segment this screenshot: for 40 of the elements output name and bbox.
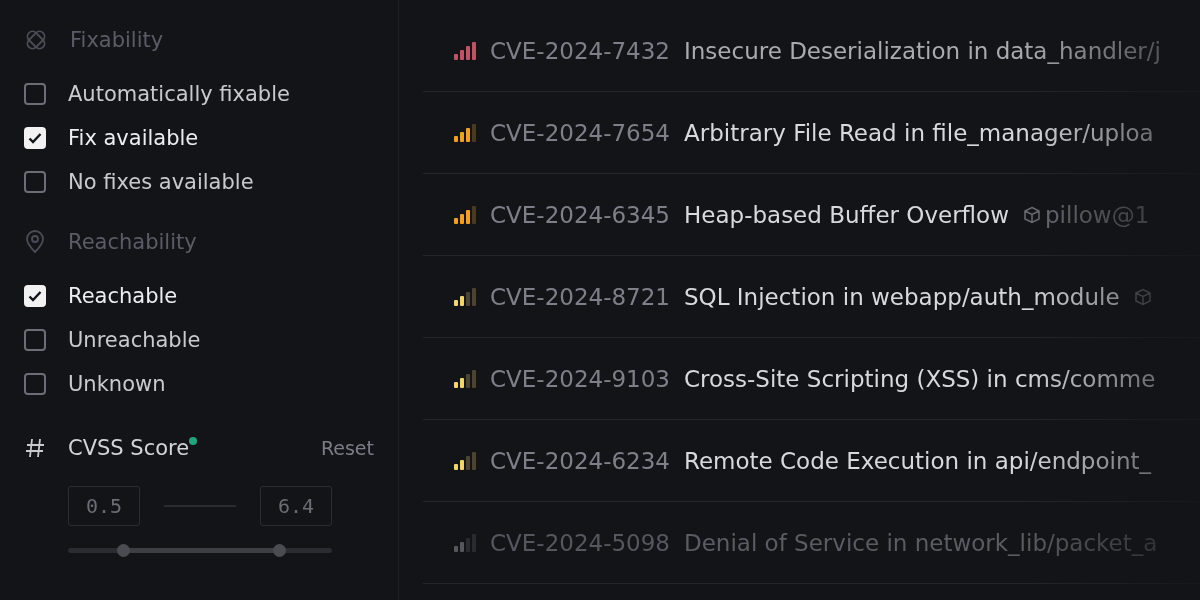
filter-heading: Fixability	[70, 28, 164, 52]
checkbox[interactable]	[24, 171, 46, 193]
checkmark-icon	[28, 132, 42, 144]
location-pin-icon	[24, 230, 46, 254]
checkbox[interactable]	[24, 329, 46, 351]
checkbox-label[interactable]: Unreachable	[68, 328, 201, 352]
slider-thumb[interactable]	[273, 544, 287, 557]
hash-icon	[24, 437, 46, 459]
filter-heading: Reachability	[68, 230, 197, 254]
cve-id[interactable]: CVE-2024-6234	[490, 447, 670, 474]
vulnerability-title[interactable]: Remote Code Execution in api/endpoint_	[684, 447, 1152, 474]
cve-id[interactable]: CVE-2024-6345	[490, 201, 670, 228]
checkbox-label[interactable]: Reachable	[68, 284, 178, 308]
checkbox-label[interactable]: No fixes available	[68, 170, 254, 194]
package-icon	[1023, 205, 1041, 224]
checkbox-label[interactable]: Automatically fixable	[68, 82, 290, 106]
vulnerability-title[interactable]: Heap-based Buffer Overflow	[684, 201, 1009, 228]
checkbox[interactable]	[24, 83, 46, 105]
checkbox-label[interactable]: Fix available	[68, 126, 199, 150]
vulnerability-title[interactable]: Arbitrary File Read in file_manager/uploa	[684, 119, 1154, 146]
cve-id[interactable]: CVE-2024-7654	[490, 119, 670, 146]
cve-id[interactable]: CVE-2024-9103	[490, 365, 670, 392]
slider-thumb[interactable]	[117, 544, 131, 557]
cve-id[interactable]: CVE-2024-8721	[490, 283, 670, 310]
checkmark-icon	[28, 290, 42, 302]
package-name: pillow@1	[1045, 201, 1150, 228]
package-icon	[1133, 287, 1152, 306]
checkbox[interactable]	[24, 285, 46, 307]
vulnerability-title[interactable]: Insecure Deserialization in data_handler/j	[684, 37, 1161, 64]
bandage-icon	[24, 28, 48, 52]
checkbox-label[interactable]: Unknown	[68, 372, 166, 396]
filter-heading: CVSS Score	[68, 436, 190, 460]
vulnerability-title[interactable]: SQL Injection in webapp/auth_module	[684, 283, 1120, 310]
max-score-field[interactable]: 6.4	[260, 486, 332, 526]
reset-button[interactable]: Reset	[320, 437, 374, 459]
cve-id[interactable]: CVE-2024-7432	[490, 37, 670, 64]
checkbox[interactable]	[24, 127, 46, 149]
vulnerability-title[interactable]: Cross-Site Scripting (XSS) in cms/comme	[684, 365, 1156, 392]
min-score-field[interactable]: 0.5	[68, 486, 140, 526]
checkbox[interactable]	[24, 373, 46, 395]
